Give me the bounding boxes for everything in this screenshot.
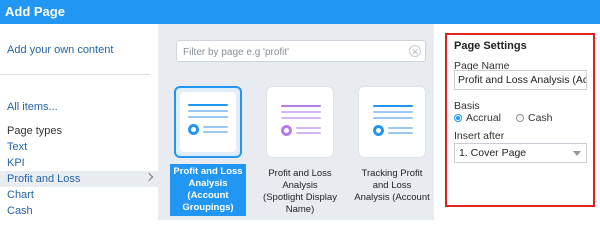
page-card-tracking-profit-and-loss[interactable] xyxy=(358,86,426,158)
page-thumbnail-icon xyxy=(365,93,421,153)
insert-after-value: 1. Cover Page xyxy=(459,147,527,159)
page-card-label[interactable]: Tracking Profit and Loss Analysis (Accou… xyxy=(354,168,430,204)
sidebar-item-text[interactable]: Text xyxy=(0,139,158,155)
search-box[interactable]: ✕ xyxy=(176,40,426,63)
page-name-field[interactable]: Profit and Loss Analysis (Account Groupi… xyxy=(454,70,587,90)
page-gallery: ✕ Profit and Loss Analysis (Account Grou… xyxy=(158,24,434,220)
accrual-radio-label[interactable]: Accrual xyxy=(466,112,501,124)
sidebar-item-label: Profit and Loss xyxy=(7,173,81,185)
page-card-account-groupings[interactable] xyxy=(174,86,242,158)
insert-after-select[interactable]: 1. Cover Page xyxy=(454,143,587,163)
page-settings-panel: Page Settings Page Name Profit and Loss … xyxy=(434,24,600,220)
page-settings-title: Page Settings xyxy=(454,40,527,52)
chevron-down-icon xyxy=(573,151,581,156)
cash-radio-label[interactable]: Cash xyxy=(528,112,553,124)
page-types-heading: Page types xyxy=(7,125,63,137)
filter-input[interactable] xyxy=(177,41,410,63)
page-card-spotlight-display-name[interactable] xyxy=(266,86,334,158)
page-thumbnail-icon xyxy=(273,93,329,153)
page-card-label[interactable]: Profit and Loss Analysis (Spotlight Disp… xyxy=(262,168,338,216)
cash-radio[interactable] xyxy=(516,114,524,122)
add-own-content-link[interactable]: Add your own content xyxy=(7,44,113,56)
sidebar: Add your own content All items... Page t… xyxy=(0,24,158,220)
dialog-header: Add Page xyxy=(0,0,600,24)
sidebar-item-kpi[interactable]: KPI xyxy=(0,155,158,171)
dialog-title: Add Page xyxy=(5,4,65,19)
basis-label: Basis xyxy=(454,100,480,112)
page-card-label[interactable]: Profit and Loss Analysis (Account Groupi… xyxy=(170,164,246,216)
page-thumbnail-icon xyxy=(180,92,236,152)
all-items-link[interactable]: All items... xyxy=(7,101,58,113)
clear-icon[interactable]: ✕ xyxy=(409,45,421,57)
accrual-radio[interactable] xyxy=(454,114,462,122)
insert-after-label: Insert after xyxy=(454,130,505,142)
sidebar-divider xyxy=(0,74,150,75)
sidebar-item-cash[interactable]: Cash xyxy=(0,203,158,219)
sidebar-item-chart[interactable]: Chart xyxy=(0,187,158,203)
sidebar-item-profit-and-loss[interactable]: Profit and Loss xyxy=(0,171,158,187)
chevron-right-icon xyxy=(144,172,154,182)
